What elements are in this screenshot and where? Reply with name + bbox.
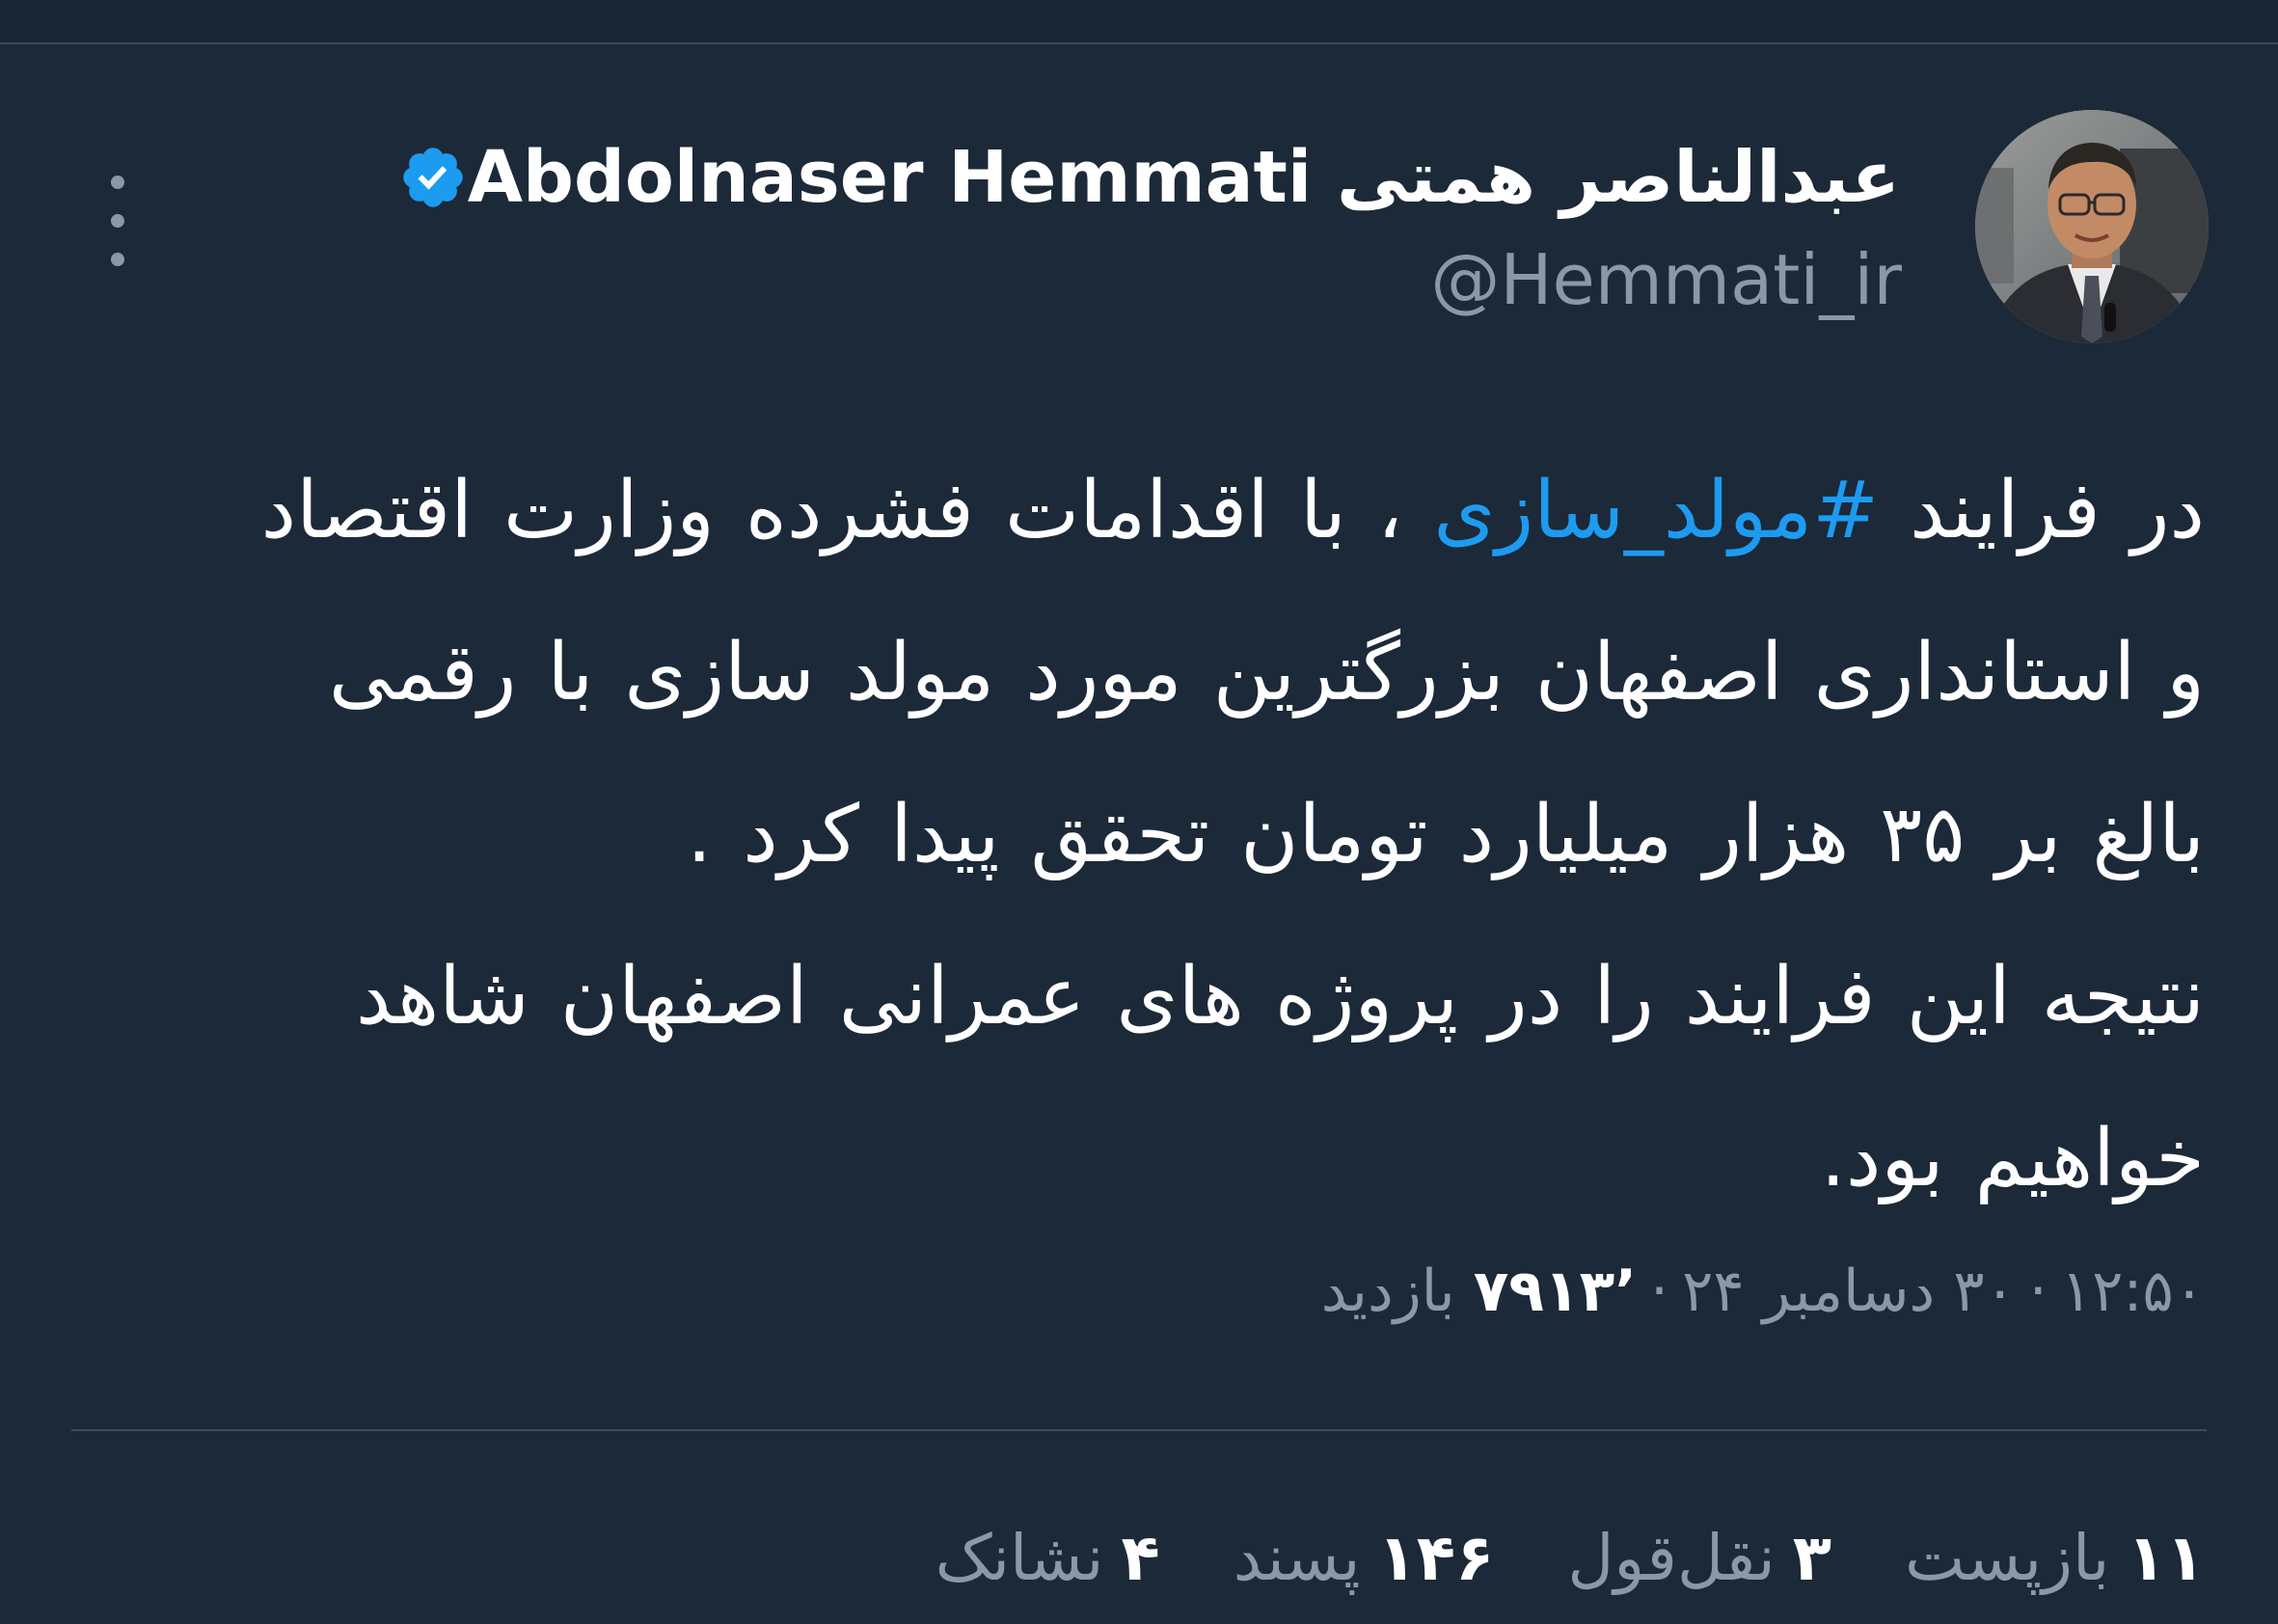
tweet-text: در فرایند #مولد_سازی ، با اقدامات فشرده … xyxy=(87,430,2205,1240)
stat-label: بازپست xyxy=(1905,1521,2110,1595)
stat-likes[interactable]: ۱۴۶پسند xyxy=(1234,1510,1495,1607)
tweet-line: و استانداری اصفهان بزرگترین مورد مولد سا… xyxy=(328,627,2205,718)
top-bar-divider xyxy=(0,0,2278,44)
author-handle[interactable]: @Hemmati_ir xyxy=(1430,235,1902,324)
hashtag-link[interactable]: #مولد_سازی xyxy=(1433,465,1879,556)
tweet-line: خواهیم بود. xyxy=(1820,1113,2205,1204)
tweet-metadata: ۱۲:۵۰·۳۰ دسامبر ۲۴·۷۹۱۳٬ بازدید xyxy=(1321,1248,2205,1335)
tweet-line: نتیجه این فرایند را در پروژه های عمرانی … xyxy=(355,951,2205,1042)
stat-label: نشانک xyxy=(935,1521,1104,1595)
stat-label: پسند xyxy=(1233,1521,1361,1595)
stat-count: ۴ xyxy=(1121,1521,1160,1595)
stat-reposts[interactable]: ۱۱بازپست xyxy=(1905,1510,2205,1607)
views-label: بازدید xyxy=(1320,1258,1455,1325)
stat-count: ۳ xyxy=(1792,1521,1832,1595)
more-options-button[interactable] xyxy=(89,168,147,274)
verified-badge-icon xyxy=(403,148,463,207)
stat-count: ۱۱ xyxy=(2127,1521,2205,1595)
tweet-line: در فرایند #مولد_سازی ، با اقدامات فشرده … xyxy=(87,430,2205,592)
tweet-card: Abdolnaser Hemmati عبدالناصر همتی @Hemma… xyxy=(0,44,2278,1624)
stat-bookmarks[interactable]: ۴نشانک xyxy=(936,1510,1160,1607)
stat-quotes[interactable]: ۳نقل‌قول xyxy=(1567,1510,1831,1607)
author-name-row: Abdolnaser Hemmati عبدالناصر همتی xyxy=(373,131,1900,224)
stat-count: ۱۴۶ xyxy=(1377,1521,1495,1595)
stat-label: نقل‌قول xyxy=(1567,1521,1776,1595)
tweet-time[interactable]: ۱۲:۵۰ xyxy=(2061,1258,2205,1325)
meta-separator: · xyxy=(2028,1258,2047,1325)
meta-separator: · xyxy=(1650,1258,1669,1325)
author-display-name[interactable]: Abdolnaser Hemmati عبدالناصر همتی xyxy=(468,131,1900,224)
tweet-line: بالغ بر ۳۵ هزار میلیارد تومان تحقق پیدا … xyxy=(687,789,2205,880)
stats-divider xyxy=(71,1429,2207,1431)
tweet-text-segment: در فرایند xyxy=(1878,465,2205,556)
tweet-date[interactable]: ۳۰ دسامبر ۲۴ xyxy=(1682,1258,2016,1325)
tweet-text-segment: ، با اقدامات فشرده وزارت اقتصاد xyxy=(260,465,1434,556)
tweet-stats: ۱۱بازپست ۳نقل‌قول ۱۴۶پسند ۴نشانک xyxy=(936,1510,2205,1607)
avatar[interactable] xyxy=(1975,110,2209,343)
avatar-photo xyxy=(1975,110,2209,343)
views-count: ۷۹۱۳٬ xyxy=(1473,1258,1638,1325)
